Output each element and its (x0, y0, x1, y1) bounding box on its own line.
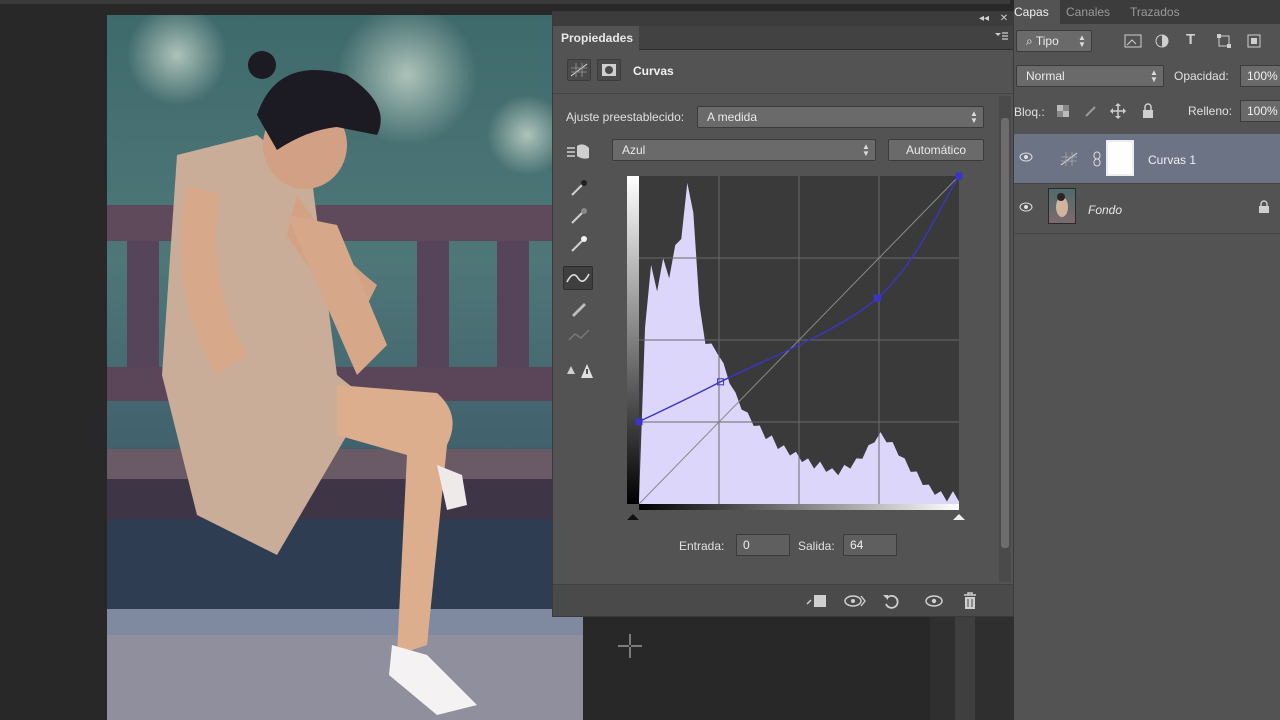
lock-label: Bloq.: (1014, 105, 1045, 119)
visibility-eye-icon[interactable] (1018, 201, 1034, 213)
opacity-label: Opacidad: (1174, 69, 1229, 83)
properties-tab-bar: Propiedades (553, 26, 1013, 50)
type-filter-icon[interactable]: T (1186, 31, 1195, 48)
clip-to-layer-icon[interactable] (805, 592, 829, 610)
chevron-updown-icon: ▲ ▼ (970, 109, 978, 125)
curves-graph[interactable] (623, 172, 968, 532)
layer-name[interactable]: Curvas 1 (1148, 153, 1196, 167)
lock-transparency-icon[interactable] (1056, 104, 1070, 118)
preset-value: A medida (707, 110, 758, 124)
preset-label: Ajuste preestablecido: (566, 110, 685, 124)
layer-thumbnail[interactable] (1048, 188, 1076, 224)
tab-trazados[interactable]: Trazados (1130, 0, 1180, 24)
shape-filter-icon[interactable] (1216, 33, 1232, 49)
properties-header: Curvas (553, 50, 1013, 94)
input-label: Entrada: (679, 539, 725, 553)
fill-field[interactable]: 100% (1240, 100, 1280, 122)
tab-capas[interactable]: Capas (1014, 0, 1060, 24)
pencil-icon[interactable] (569, 298, 589, 318)
output-label: Salida: (798, 539, 835, 553)
channel-select[interactable]: Azul ▲ ▼ (612, 139, 876, 161)
output-field[interactable]: 64 (843, 534, 897, 556)
black-eyedropper-icon[interactable] (569, 178, 589, 198)
collapse-icon[interactable]: ◂◂ (977, 12, 991, 26)
on-image-adjust-icon[interactable] (565, 140, 593, 162)
view-previous-icon[interactable] (843, 592, 867, 610)
scrollbar-thumb[interactable] (1001, 118, 1009, 548)
lock-all-icon[interactable] (1141, 103, 1155, 119)
curves-adjustment-icon[interactable] (567, 59, 591, 81)
search-icon: ⌕ (1026, 34, 1036, 48)
smart-object-filter-icon[interactable] (1246, 33, 1262, 49)
filter-value: Tipo (1035, 34, 1059, 48)
chevron-updown-icon: ▲ ▼ (1078, 33, 1086, 49)
layer-filter-select[interactable]: ⌕ Tipo ▲ ▼ (1016, 30, 1092, 52)
properties-panel: ◂◂ ✕ Propiedades Curvas Ajuste preestabl… (552, 11, 1014, 617)
curve-control-point[interactable] (873, 294, 881, 302)
smooth-icon[interactable] (567, 326, 591, 346)
adjustment-filter-icon[interactable] (1154, 33, 1170, 49)
canvas-top-strip (0, 0, 1010, 4)
input-field[interactable]: 0 (736, 534, 790, 556)
reset-icon[interactable] (881, 592, 903, 610)
panel-menu-icon[interactable] (993, 30, 1009, 44)
clipping-warning-icon[interactable] (565, 360, 593, 380)
panel-dock-divider (955, 617, 975, 720)
white-eyedropper-icon[interactable] (569, 234, 589, 254)
lock-icon (1258, 200, 1270, 214)
properties-scrollbar[interactable] (999, 96, 1011, 582)
preset-select[interactable]: A medida ▲ ▼ (697, 106, 984, 128)
lock-pixels-icon[interactable] (1084, 104, 1098, 118)
curve-points-icon[interactable] (563, 266, 593, 290)
tab-canales[interactable]: Canales (1066, 0, 1110, 24)
curve-control-point[interactable] (955, 172, 963, 180)
layer-name[interactable]: Fondo (1088, 203, 1122, 217)
close-icon[interactable]: ✕ (997, 12, 1011, 26)
mask-icon[interactable] (597, 59, 621, 81)
chevron-updown-icon: ▲ ▼ (1150, 68, 1158, 84)
adjustment-title: Curvas (633, 64, 674, 78)
layers-tab-bar: Capas Canales Trazados (1014, 0, 1280, 24)
link-icon[interactable] (1092, 151, 1102, 167)
curve-control-point[interactable] (635, 418, 643, 426)
crosshair-cursor-icon (618, 634, 642, 658)
document-image[interactable] (107, 15, 583, 720)
chevron-updown-icon: ▲ ▼ (862, 142, 870, 158)
panel-header-bar: ◂◂ ✕ (553, 12, 1013, 26)
black-point-slider[interactable] (627, 514, 639, 520)
gray-eyedropper-icon[interactable] (569, 206, 589, 226)
visibility-eye-icon[interactable] (1018, 151, 1034, 163)
white-point-slider[interactable] (953, 514, 965, 520)
opacity-field[interactable]: 100% (1240, 65, 1280, 87)
layer-mask-thumbnail[interactable] (1106, 140, 1134, 176)
lock-position-icon[interactable] (1110, 103, 1126, 119)
properties-footer (553, 584, 1013, 616)
channel-value: Azul (622, 143, 646, 157)
layers-panel: Capas Canales Trazados ⌕ Tipo ▲ ▼ T Norma… (1014, 0, 1280, 720)
layer-row-curvas-1[interactable]: Curvas 1 (1014, 134, 1280, 184)
photo-illustration (107, 15, 583, 720)
auto-button[interactable]: Automático (888, 139, 984, 161)
blend-mode-value: Normal (1026, 69, 1065, 83)
delete-icon[interactable] (961, 591, 979, 611)
layer-row-fondo[interactable]: Fondo (1014, 184, 1280, 234)
image-filter-icon[interactable] (1124, 34, 1142, 48)
tab-propiedades[interactable]: Propiedades (553, 26, 639, 50)
curves-graph-svg[interactable] (623, 172, 968, 532)
visibility-icon[interactable] (923, 592, 945, 610)
fill-label: Relleno: (1188, 104, 1233, 118)
blend-mode-select[interactable]: Normal ▲ ▼ (1016, 65, 1164, 87)
curves-adjustment-icon (1058, 149, 1080, 169)
